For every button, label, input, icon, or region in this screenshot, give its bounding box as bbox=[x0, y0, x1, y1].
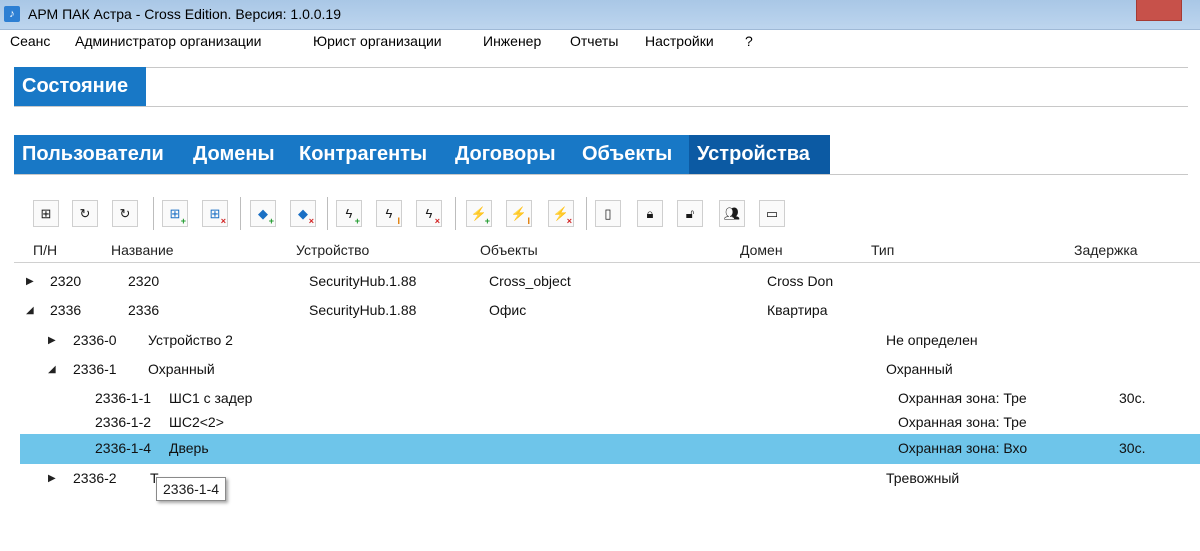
tab-domains[interactable]: Домены bbox=[193, 135, 275, 174]
table-row[interactable]: 2336-1-1 ШС1 с задер Охранная зона: Тре … bbox=[20, 386, 1200, 408]
column-header-objects[interactable]: Объекты bbox=[480, 242, 538, 258]
collapse-arrow-icon[interactable]: ◢ bbox=[48, 364, 56, 375]
cell-name: 2320 bbox=[128, 273, 160, 289]
cell-type: Охранная зона: Тре bbox=[898, 414, 1027, 430]
add-device-icon[interactable]: ◆ + bbox=[250, 200, 276, 227]
cell-name: Охранный bbox=[148, 361, 215, 377]
expand-arrow-icon[interactable]: ▶ bbox=[48, 473, 56, 484]
menu-engineer[interactable]: Инженер bbox=[483, 33, 541, 49]
cell-sn: 2320 bbox=[50, 273, 82, 289]
tab-devices[interactable]: Устройства bbox=[689, 135, 830, 174]
toolbar-separator bbox=[153, 197, 154, 230]
collapse-arrow-icon[interactable]: ◢ bbox=[26, 305, 34, 316]
menu-settings[interactable]: Настройки bbox=[645, 33, 714, 49]
cell-delay: 30с. bbox=[1119, 440, 1146, 456]
tooltip: 2336-1-4 bbox=[156, 477, 227, 501]
menu-help[interactable]: ? bbox=[745, 33, 753, 49]
users-icon[interactable]: 👥︎ bbox=[719, 200, 745, 227]
cell-device: SecurityHub.1.88 bbox=[309, 273, 417, 289]
menu-bar: Сеанс Администратор организации Юрист ор… bbox=[0, 29, 1200, 53]
cell-device: SecurityHub.1.88 bbox=[309, 302, 417, 318]
phone-icon[interactable]: ▯ bbox=[595, 200, 621, 227]
cell-type: Охранная зона: Вхо bbox=[898, 440, 1028, 456]
toolbar-separator bbox=[455, 197, 456, 230]
cell-sn: 2336-1-2 bbox=[95, 414, 152, 430]
table-row[interactable]: ◢ 2336 2336 SecurityHub.1.88 Офис Кварти… bbox=[20, 297, 1200, 323]
cell-objects: Офис bbox=[489, 302, 527, 318]
expand-arrow-icon[interactable]: ▶ bbox=[48, 335, 56, 346]
cell-type: Не определен bbox=[886, 332, 978, 348]
table-row-selected[interactable]: 2336-1-4 Дверь Охранная зона: Вхо 30с. bbox=[20, 434, 1200, 464]
cell-type: Охранная зона: Тре bbox=[898, 390, 1027, 406]
close-button[interactable] bbox=[1136, 0, 1182, 21]
menu-session[interactable]: Сеанс bbox=[10, 33, 50, 49]
cell-objects: Cross_object bbox=[489, 273, 571, 289]
edit-script-icon[interactable]: ⚡ I bbox=[506, 200, 532, 227]
remove-script-icon[interactable]: ⚡ × bbox=[548, 200, 574, 227]
column-header-domain[interactable]: Домен bbox=[740, 242, 783, 258]
menu-org-admin[interactable]: Администратор организации bbox=[75, 33, 261, 49]
cell-name: Устройство 2 bbox=[148, 332, 233, 348]
cell-name: ШС1 с задер bbox=[169, 390, 253, 406]
state-panel bbox=[14, 67, 1188, 107]
column-header-type[interactable]: Тип bbox=[871, 242, 894, 258]
refresh-clock-icon[interactable]: ↻ bbox=[112, 200, 138, 227]
cell-sn: 2336-2 bbox=[73, 470, 117, 486]
column-header-sn[interactable]: П/Н bbox=[33, 242, 57, 258]
table-row[interactable]: ▶ 2336-0 Устройство 2 Не определен bbox=[20, 327, 1200, 353]
refresh-icon[interactable]: ↻ bbox=[72, 200, 98, 227]
cell-type: Тревожный bbox=[886, 470, 960, 486]
app-icon: ♪ bbox=[4, 6, 20, 22]
add-node-icon[interactable]: ⊞ + bbox=[162, 200, 188, 227]
tab-contractors[interactable]: Контрагенты bbox=[299, 135, 427, 174]
menu-reports[interactable]: Отчеты bbox=[570, 33, 618, 49]
edit-zone-icon[interactable]: ϟI bbox=[376, 200, 402, 227]
tab-contracts[interactable]: Договоры bbox=[455, 135, 556, 174]
cell-sn: 2336-1-4 bbox=[95, 440, 152, 456]
table-row[interactable]: ▶ 2320 2320 SecurityHub.1.88 Cross_objec… bbox=[20, 268, 1200, 294]
cell-sn: 2336-1-1 bbox=[95, 390, 152, 406]
cell-sn: 2336-0 bbox=[73, 332, 117, 348]
cell-domain: Квартира bbox=[767, 302, 828, 318]
remove-device-icon[interactable]: ◆ × bbox=[290, 200, 316, 227]
hierarchy-icon[interactable]: ⊞ bbox=[33, 200, 59, 227]
cell-sn: 2336-1 bbox=[73, 361, 117, 377]
window-title: АРМ ПАК Астра - Cross Edition. Версия: 1… bbox=[28, 6, 342, 22]
add-script-icon[interactable]: ⚡ + bbox=[466, 200, 492, 227]
lock-icon[interactable]: 🔒︎ bbox=[637, 200, 663, 227]
toolbar-separator bbox=[327, 197, 328, 230]
tab-users[interactable]: Пользователи bbox=[22, 135, 164, 174]
title-bar: ♪ АРМ ПАК Астра - Cross Edition. Версия:… bbox=[0, 0, 1200, 30]
tab-state[interactable]: Состояние bbox=[14, 67, 146, 106]
cell-type: Охранный bbox=[886, 361, 953, 377]
menu-org-lawyer[interactable]: Юрист организации bbox=[313, 33, 442, 49]
toolbar-separator bbox=[586, 197, 587, 230]
cell-name: 2336 bbox=[128, 302, 160, 318]
table-row[interactable]: ◢ 2336-1 Охранный Охранный bbox=[20, 356, 1200, 382]
cell-sn: 2336 bbox=[50, 302, 82, 318]
column-header-device[interactable]: Устройство bbox=[296, 242, 369, 258]
cell-name: Дверь bbox=[169, 440, 209, 456]
column-header-name[interactable]: Название bbox=[111, 242, 174, 258]
toolbar-separator bbox=[240, 197, 241, 230]
cell-domain: Cross Don bbox=[767, 273, 834, 289]
column-header-delay[interactable]: Задержка bbox=[1074, 242, 1138, 258]
remove-node-icon[interactable]: ⊞ × bbox=[202, 200, 228, 227]
window-icon[interactable]: ▭ bbox=[759, 200, 785, 227]
table-row[interactable]: 2336-1-2 ШС2<2> Охранная зона: Тре bbox=[20, 410, 1200, 432]
add-zone-icon[interactable]: ϟ + bbox=[336, 200, 362, 227]
cell-name: ШС2<2> bbox=[169, 414, 224, 430]
tab-objects[interactable]: Объекты bbox=[582, 135, 672, 174]
unlock-icon[interactable]: 🔓︎ bbox=[677, 200, 703, 227]
cell-delay: 30с. bbox=[1119, 390, 1146, 406]
remove-zone-icon[interactable]: ϟ × bbox=[416, 200, 442, 227]
header-divider bbox=[14, 262, 1200, 263]
expand-arrow-icon[interactable]: ▶ bbox=[26, 276, 34, 287]
